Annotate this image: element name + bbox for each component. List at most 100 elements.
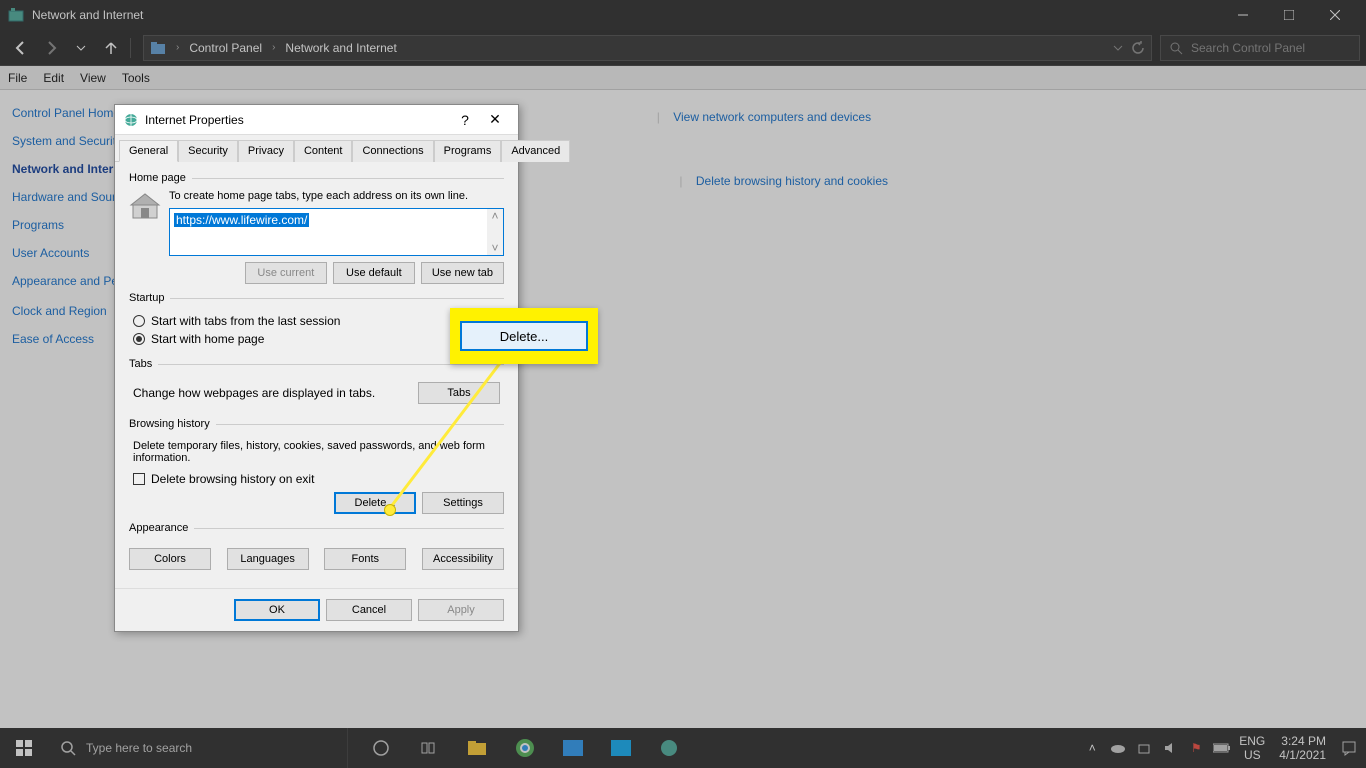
- lang-indicator-1[interactable]: ENG: [1239, 734, 1265, 748]
- startup-radio-homepage[interactable]: Start with home page: [133, 332, 500, 346]
- tabs-button[interactable]: Tabs: [418, 382, 500, 404]
- menu-tools[interactable]: Tools: [122, 71, 150, 85]
- window-titlebar: Network and Internet: [0, 0, 1366, 30]
- use-default-button[interactable]: Use default: [333, 262, 415, 284]
- accessibility-button[interactable]: Accessibility: [422, 548, 504, 570]
- homepage-legend: Home page: [129, 172, 192, 184]
- dialog-tabs: General Security Privacy Content Connect…: [115, 135, 518, 162]
- lang-indicator-2[interactable]: US: [1239, 748, 1265, 762]
- fonts-button[interactable]: Fonts: [324, 548, 406, 570]
- app-icon-1[interactable]: [550, 728, 596, 768]
- dialog-title: Internet Properties: [145, 113, 450, 127]
- menu-bar: File Edit View Tools: [0, 66, 1366, 90]
- tab-connections[interactable]: Connections: [352, 140, 433, 162]
- up-button[interactable]: [96, 33, 126, 63]
- menu-edit[interactable]: Edit: [43, 71, 64, 85]
- close-button[interactable]: [1312, 0, 1358, 30]
- search-placeholder: Search Control Panel: [1191, 41, 1305, 55]
- tab-programs[interactable]: Programs: [434, 140, 502, 162]
- explorer-icon[interactable]: [454, 728, 500, 768]
- dialog-footer: OK Cancel Apply: [115, 588, 518, 631]
- scrollbar[interactable]: ˄˅: [487, 209, 503, 255]
- maximize-button[interactable]: [1266, 0, 1312, 30]
- address-bar[interactable]: › Control Panel › Network and Internet: [143, 35, 1152, 61]
- battery-icon[interactable]: [1213, 743, 1231, 753]
- link-delete-history[interactable]: Delete browsing history and cookies: [696, 174, 888, 188]
- taskbar-search[interactable]: Type here to search: [48, 728, 348, 768]
- internet-properties-dialog: Internet Properties ? ✕ General Security…: [114, 104, 519, 632]
- minimize-button[interactable]: [1220, 0, 1266, 30]
- clock[interactable]: 3:24 PM 4/1/2021: [1279, 734, 1326, 763]
- apply-button: Apply: [418, 599, 504, 621]
- dialog-icon: [123, 112, 139, 128]
- forward-button[interactable]: [36, 33, 66, 63]
- tabs-legend: Tabs: [129, 358, 158, 370]
- system-tray: ˄ ⚑ ENG US 3:24 PM 4/1/2021: [1075, 734, 1366, 763]
- use-current-button: Use current: [245, 262, 327, 284]
- startup-legend: Startup: [129, 292, 170, 304]
- tabs-desc: Change how webpages are displayed in tab…: [133, 386, 375, 400]
- app-icon-2[interactable]: [598, 728, 644, 768]
- homepage-url-input[interactable]: https://www.lifewire.com/ ˄˅: [169, 208, 504, 256]
- search-icon: [60, 740, 76, 756]
- delete-on-exit-checkbox[interactable]: Delete browsing history on exit: [133, 472, 500, 486]
- address-dropdown-icon[interactable]: [1113, 43, 1123, 53]
- cancel-button[interactable]: Cancel: [326, 599, 412, 621]
- breadcrumb-root[interactable]: Control Panel: [189, 41, 262, 55]
- menu-view[interactable]: View: [80, 71, 106, 85]
- link-view-devices[interactable]: View network computers and devices: [673, 110, 871, 124]
- breadcrumb-current[interactable]: Network and Internet: [285, 41, 396, 55]
- security-icon[interactable]: ⚑: [1187, 741, 1205, 755]
- radio-checked-icon: [133, 333, 145, 345]
- homepage-hint: To create home page tabs, type each addr…: [169, 190, 504, 202]
- start-button[interactable]: [0, 728, 48, 768]
- chrome-icon[interactable]: [502, 728, 548, 768]
- app-icon: [8, 7, 24, 23]
- homepage-group: Home page To create home page tabs, type…: [129, 172, 504, 284]
- network-tray-icon[interactable]: [1135, 741, 1153, 755]
- callout-dot: [384, 504, 396, 516]
- startup-radio-last-session[interactable]: Start with tabs from the last session: [133, 314, 500, 328]
- onedrive-icon[interactable]: [1109, 742, 1127, 754]
- appearance-group: Appearance Colors Languages Fonts Access…: [129, 522, 504, 570]
- history-settings-button[interactable]: Settings: [422, 492, 504, 514]
- dialog-close-button[interactable]: ✕: [480, 111, 510, 128]
- dialog-titlebar: Internet Properties ? ✕: [115, 105, 518, 135]
- appearance-legend: Appearance: [129, 522, 194, 534]
- delete-button[interactable]: Delete...: [334, 492, 416, 514]
- notifications-icon[interactable]: [1340, 740, 1358, 756]
- tab-security[interactable]: Security: [178, 140, 238, 162]
- colors-button[interactable]: Colors: [129, 548, 211, 570]
- homepage-url-value: https://www.lifewire.com/: [174, 213, 309, 227]
- app-icon-3[interactable]: [646, 728, 692, 768]
- use-new-tab-button[interactable]: Use new tab: [421, 262, 504, 284]
- callout-delete-button: Delete...: [460, 321, 588, 351]
- search-box[interactable]: Search Control Panel: [1160, 35, 1360, 61]
- tab-advanced[interactable]: Advanced: [501, 140, 570, 162]
- taskbar: Type here to search ˄ ⚑ ENG US 3:24 PM 4…: [0, 728, 1366, 768]
- back-button[interactable]: [6, 33, 36, 63]
- tab-general[interactable]: General: [119, 140, 178, 162]
- volume-icon[interactable]: [1161, 741, 1179, 755]
- callout-highlight: Delete...: [450, 308, 598, 364]
- languages-button[interactable]: Languages: [227, 548, 309, 570]
- tab-privacy[interactable]: Privacy: [238, 140, 294, 162]
- checkbox-icon: [133, 473, 145, 485]
- startup-group: Startup Start with tabs from the last se…: [129, 292, 504, 350]
- folder-icon: [150, 40, 166, 56]
- window-title: Network and Internet: [32, 8, 1220, 22]
- history-desc: Delete temporary files, history, cookies…: [133, 440, 500, 464]
- task-view-icon[interactable]: [406, 728, 452, 768]
- tab-content[interactable]: Content: [294, 140, 353, 162]
- cortana-icon[interactable]: [358, 728, 404, 768]
- ok-button[interactable]: OK: [234, 599, 320, 621]
- taskbar-search-placeholder: Type here to search: [86, 741, 192, 755]
- help-button[interactable]: ?: [450, 112, 480, 128]
- tray-chevron-icon[interactable]: ˄: [1083, 741, 1101, 755]
- refresh-icon[interactable]: [1131, 41, 1145, 55]
- menu-file[interactable]: File: [8, 71, 27, 85]
- navigation-bar: › Control Panel › Network and Internet S…: [0, 30, 1366, 66]
- recent-dropdown[interactable]: [66, 33, 96, 63]
- house-icon: [129, 190, 161, 222]
- tabs-group: Tabs Change how webpages are displayed i…: [129, 358, 504, 410]
